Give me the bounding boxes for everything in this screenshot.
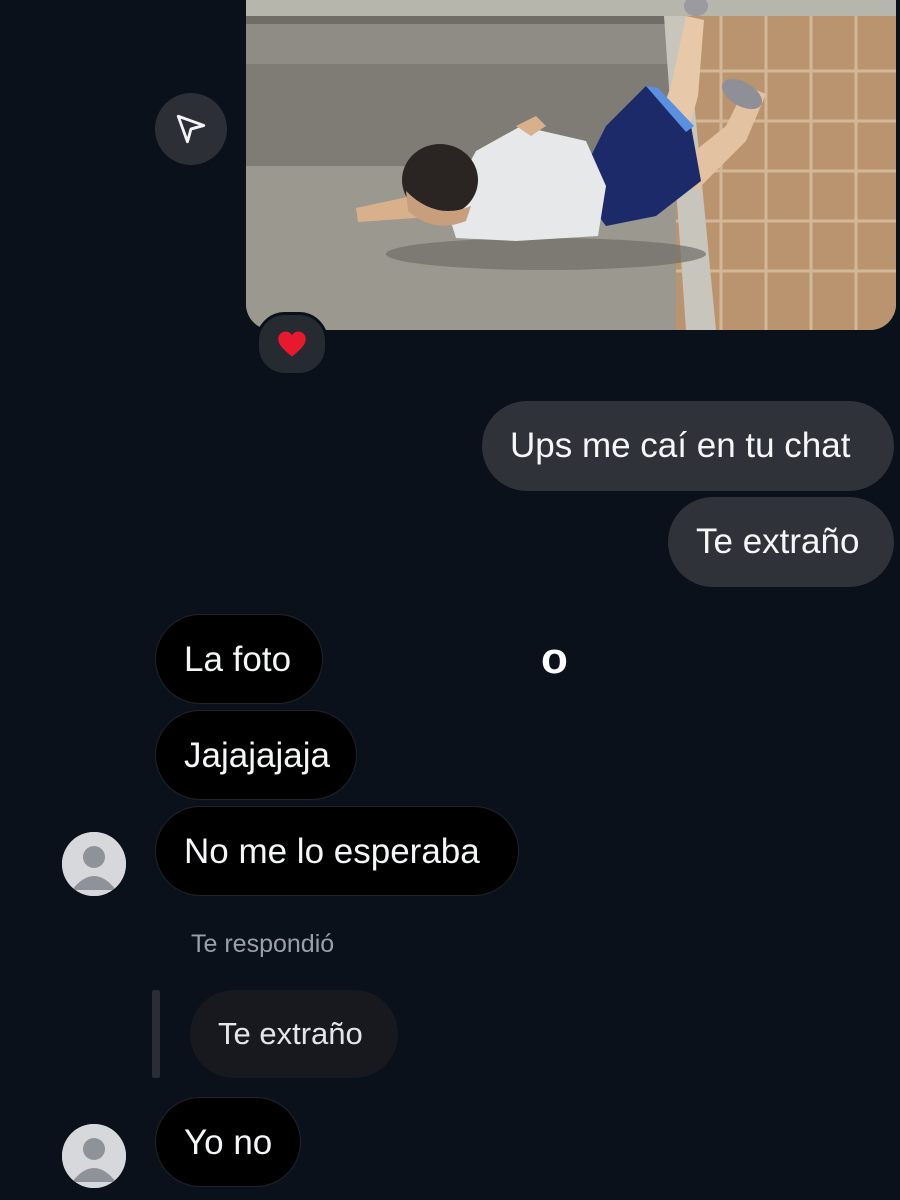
reply-indicator-bar xyxy=(152,990,160,1078)
heart-icon xyxy=(278,331,306,357)
sent-message[interactable]: Ups me caí en tu chat xyxy=(482,401,894,491)
reply-label: Te respondió xyxy=(191,930,335,958)
reaction-badge[interactable] xyxy=(256,312,328,376)
avatar-icon xyxy=(62,832,126,896)
sent-message[interactable]: Te extraño xyxy=(668,497,894,587)
avatar-icon xyxy=(62,1124,126,1188)
chat-screen: Ups me caí en tu chat Te extraño o La fo… xyxy=(0,0,900,1200)
received-message[interactable]: No me lo esperaba xyxy=(155,806,519,896)
contact-avatar[interactable] xyxy=(62,832,126,896)
quoted-message[interactable]: Te extraño xyxy=(190,990,398,1078)
reply-message[interactable]: Yo no xyxy=(155,1097,301,1187)
received-message[interactable]: Jajajajaja xyxy=(155,710,357,800)
received-message[interactable]: La foto xyxy=(155,614,323,704)
overlay-text: o xyxy=(541,634,568,683)
send-share-icon xyxy=(176,114,206,144)
share-send-button[interactable] xyxy=(155,93,227,165)
shared-photo[interactable] xyxy=(246,0,896,330)
shared-photo-image xyxy=(246,0,896,330)
contact-avatar[interactable] xyxy=(62,1124,126,1188)
